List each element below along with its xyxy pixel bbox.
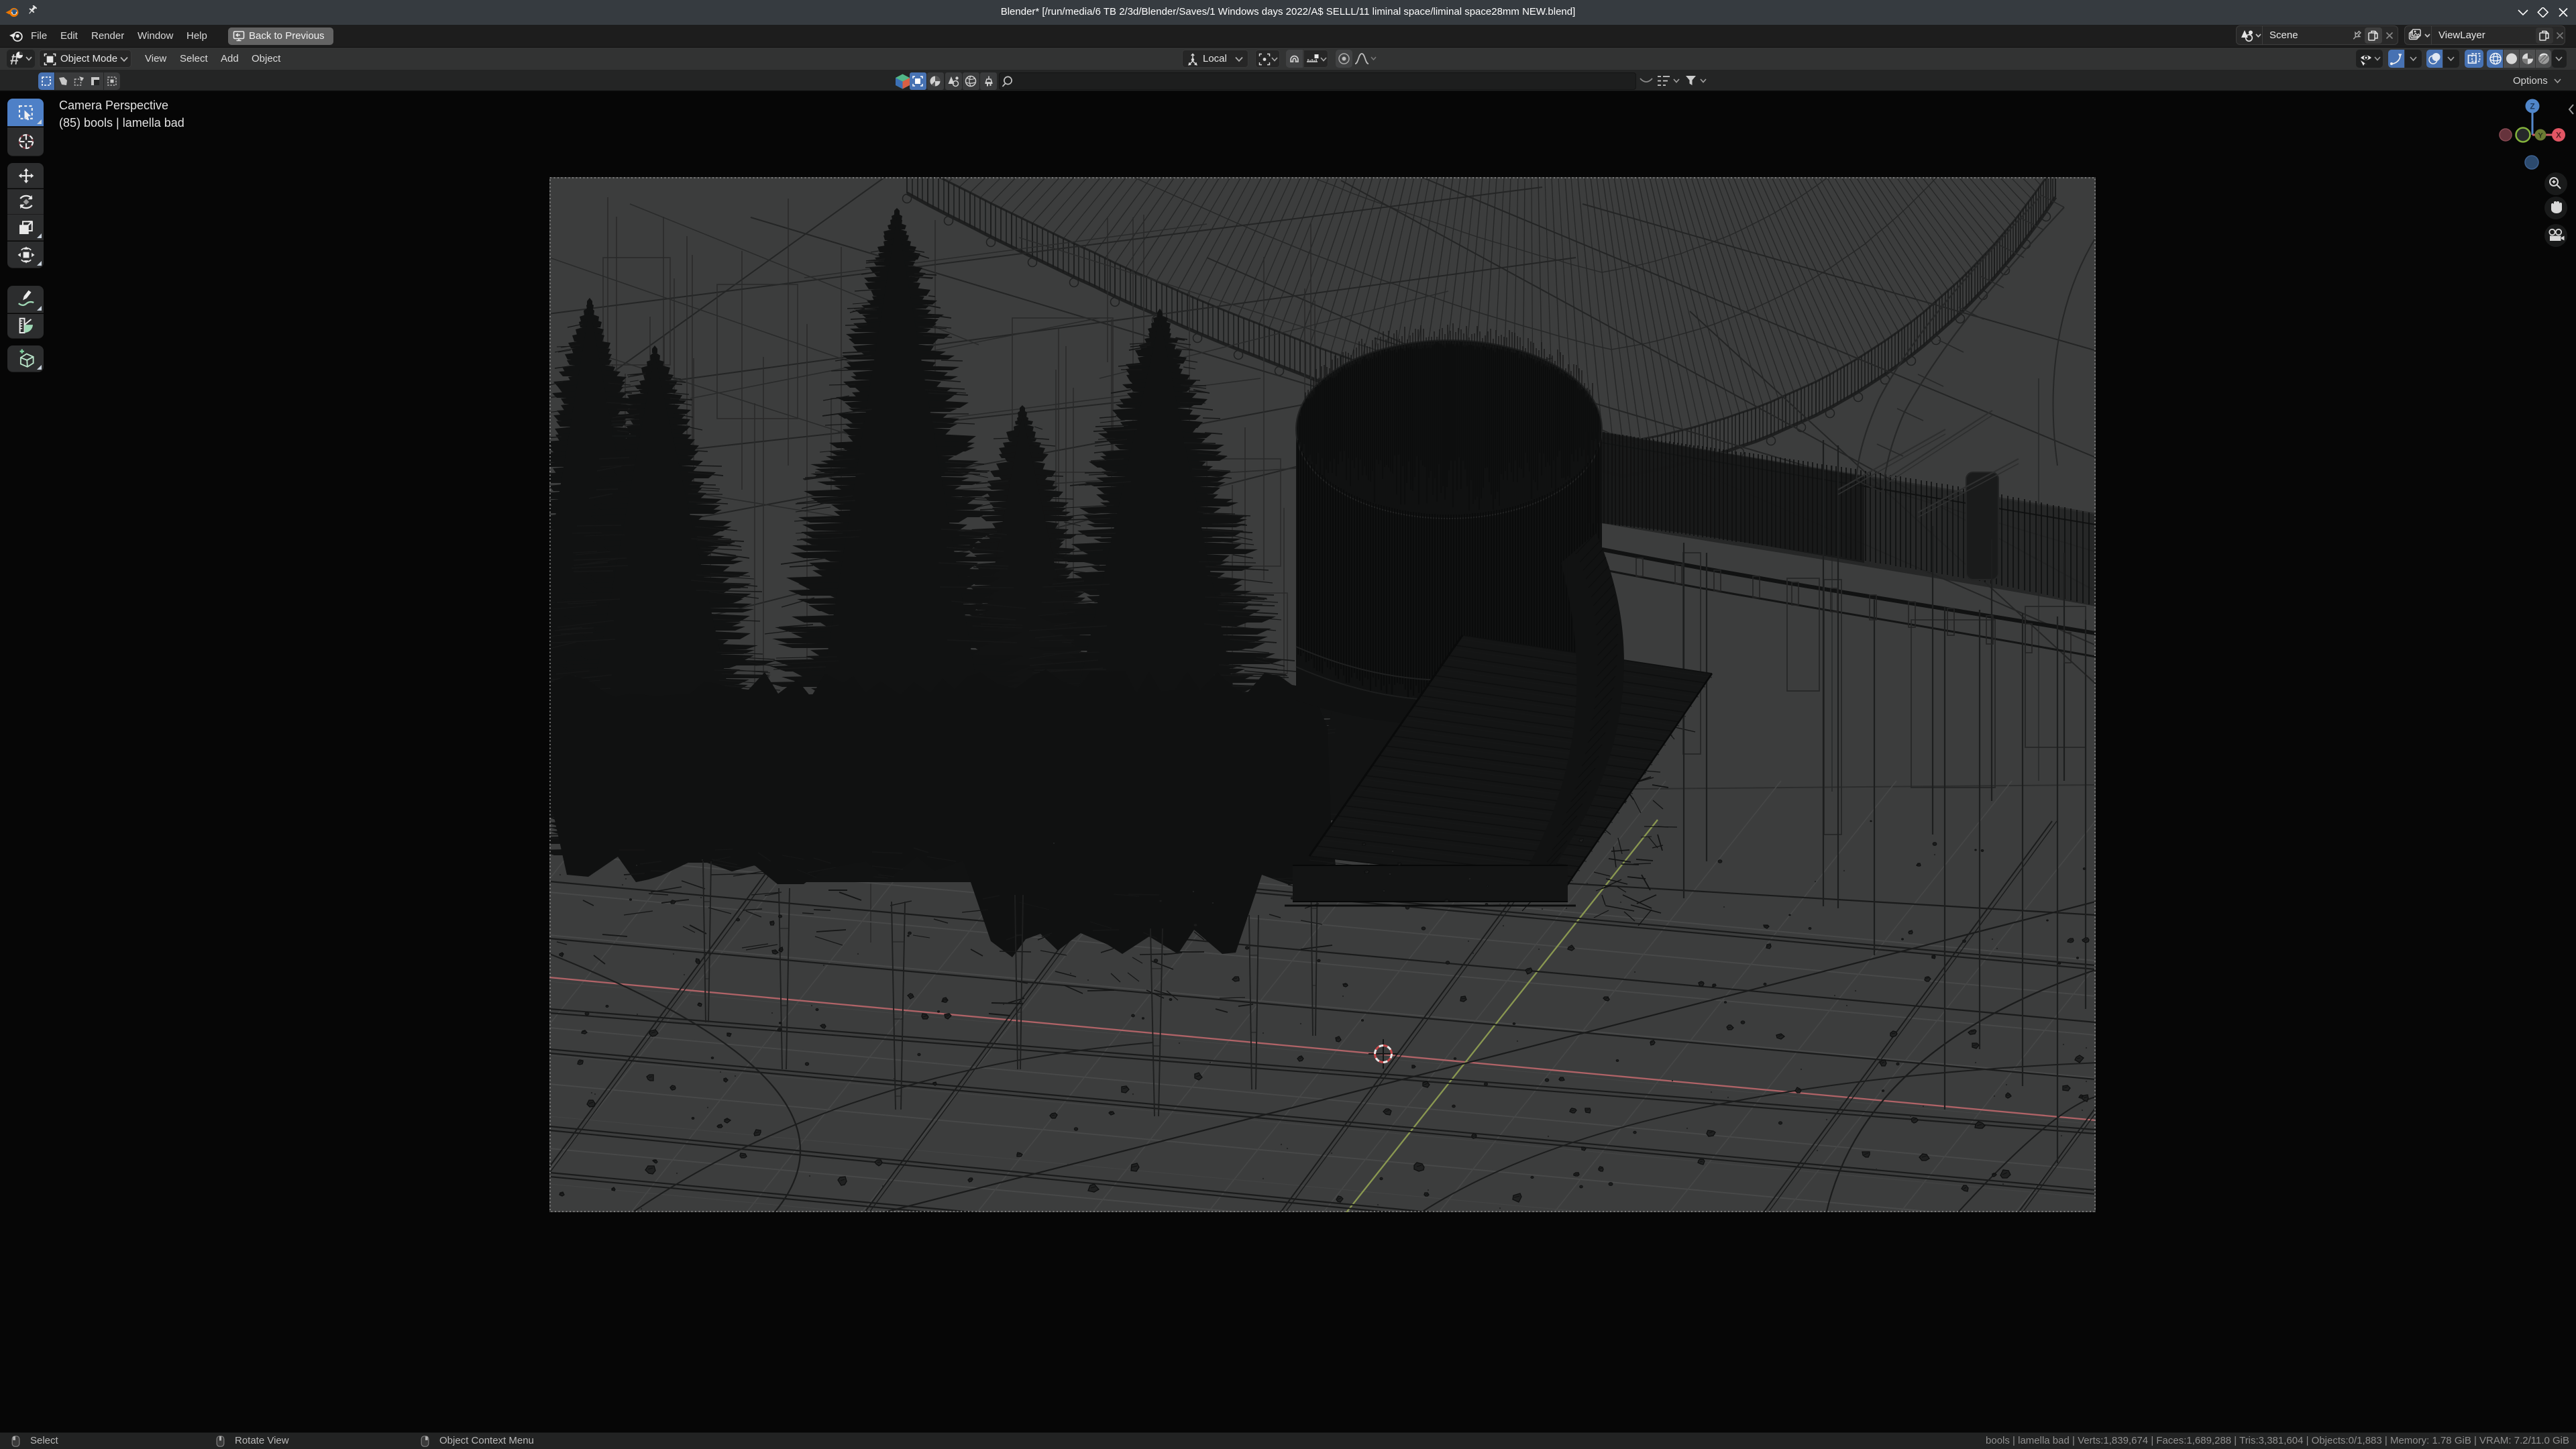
svg-text:Z: Z: [2530, 102, 2534, 111]
svg-text:X: X: [2556, 131, 2561, 140]
svg-text:Y: Y: [2538, 132, 2543, 140]
